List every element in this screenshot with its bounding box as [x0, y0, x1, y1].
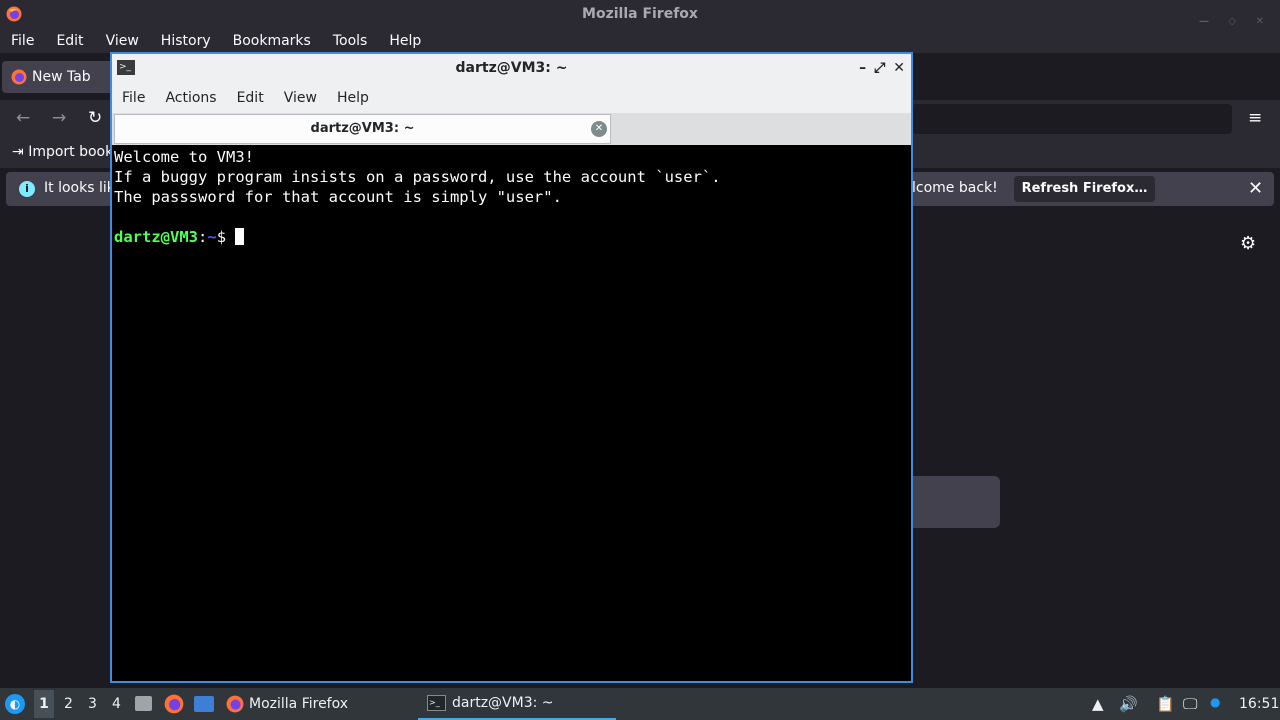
tray-expand-icon[interactable]: ▲: [1092, 695, 1104, 713]
firefox-logo-icon: [6, 6, 22, 22]
workspace-4[interactable]: 4: [112, 696, 121, 712]
firefox-url-bar[interactable]: [912, 104, 1232, 134]
firefox-tab-favicon-icon: [11, 69, 27, 85]
terminal-output[interactable]: Welcome to VM3! If a buggy program insist…: [114, 147, 909, 681]
terminal-menu-view[interactable]: View: [274, 90, 327, 106]
terminal-menu-help[interactable]: Help: [327, 90, 379, 106]
taskbar-task-label: dartz@VM3: ~: [452, 695, 554, 711]
reload-icon[interactable]: ↻: [88, 108, 102, 128]
workspace-3[interactable]: 3: [88, 696, 97, 712]
taskbar-task-terminal[interactable]: >_ dartz@VM3: ~: [418, 688, 616, 720]
terminal-tab[interactable]: dartz@VM3: ~ ✕: [114, 114, 611, 144]
import-bookmarks-label: Import book: [28, 144, 114, 160]
text-cursor: [235, 228, 245, 245]
prompt-path: ~: [207, 228, 217, 246]
terminal-tab-label: dartz@VM3: ~: [310, 121, 415, 136]
firefox-menu-edit[interactable]: Edit: [45, 33, 94, 49]
maximize-icon[interactable]: ⤢: [874, 54, 885, 82]
terminal-prompt-line: dartz@VM3:~$: [114, 227, 909, 247]
firefox-menu-help[interactable]: Help: [378, 33, 432, 49]
terminal-line: If a buggy program insists on a password…: [114, 168, 721, 186]
refresh-firefox-button[interactable]: Refresh Firefox…: [1014, 176, 1155, 202]
prompt-user: dartz@VM3: [114, 228, 198, 246]
app-menu-icon[interactable]: ◐: [5, 694, 25, 714]
back-arrow-icon[interactable]: ←: [16, 108, 30, 128]
file-manager-icon[interactable]: [135, 696, 152, 711]
notification-welcome-text: lcome back!: [912, 180, 998, 196]
prompt-symbol: $: [216, 228, 227, 246]
close-icon[interactable]: ✕: [1248, 178, 1263, 199]
clock[interactable]: 16:51: [1239, 696, 1279, 712]
taskbar-task-label: Mozilla Firefox: [249, 696, 349, 712]
terminal-window-controls: – ⤢ ✕: [851, 54, 905, 82]
hamburger-menu-icon[interactable]: ≡: [1248, 108, 1262, 128]
firefox-content-card: [912, 476, 1000, 528]
terminal-menu-file[interactable]: File: [112, 90, 155, 106]
terminal-line: Welcome to VM3!: [114, 148, 254, 166]
workspace-1[interactable]: 1: [34, 690, 54, 718]
terminal-tabbar: dartz@VM3: ~ ✕: [112, 113, 911, 145]
network-icon[interactable]: 🖵: [1183, 695, 1197, 713]
firefox-titlebar: Mozilla Firefox — ◇ ✕: [0, 0, 1280, 29]
terminal-task-icon: >_: [427, 695, 446, 711]
tab-close-icon[interactable]: ✕: [591, 121, 607, 137]
notifications-icon[interactable]: ●: [1210, 695, 1220, 709]
firefox-menu-history[interactable]: History: [150, 33, 222, 49]
terminal-app-icon: >_: [117, 60, 135, 75]
firefox-launcher-icon[interactable]: [164, 694, 184, 714]
import-bookmarks-link[interactable]: ⇥ Import book: [12, 144, 113, 160]
close-icon[interactable]: ✕: [893, 54, 905, 82]
notification-text: It looks lik: [44, 180, 115, 196]
info-icon: i: [19, 181, 35, 197]
terminal-menubar: File Actions Edit View Help: [112, 82, 911, 113]
clipboard-icon[interactable]: 📋: [1156, 695, 1175, 713]
firefox-tab-label: New Tab: [32, 69, 91, 85]
workspace-2[interactable]: 2: [64, 696, 73, 712]
terminal-line: The passsword for that account is simply…: [114, 188, 562, 206]
firefox-menubar: File Edit View History Bookmarks Tools H…: [0, 29, 1280, 53]
taskbar-task-firefox[interactable]: Mozilla Firefox: [222, 688, 412, 720]
firefox-menu-tools[interactable]: Tools: [322, 33, 379, 49]
prompt-separator: :: [198, 228, 208, 246]
terminal-blank-line: ​: [114, 207, 909, 227]
firefox-menu-bookmarks[interactable]: Bookmarks: [222, 33, 322, 49]
gear-icon[interactable]: ⚙: [1240, 233, 1256, 254]
terminal-window-title: dartz@VM3: ~: [455, 60, 568, 76]
firefox-task-icon: [226, 695, 244, 713]
forward-arrow-icon[interactable]: →: [52, 108, 66, 128]
terminal-menu-actions[interactable]: Actions: [155, 90, 226, 106]
firefox-tab-new-tab[interactable]: New Tab: [2, 61, 114, 93]
firefox-menu-file[interactable]: File: [0, 33, 45, 49]
terminal-titlebar[interactable]: >_ dartz@VM3: ~ – ⤢ ✕: [112, 54, 911, 82]
show-desktop-icon[interactable]: [194, 696, 214, 712]
volume-icon[interactable]: 🔊: [1119, 695, 1138, 713]
firefox-window-title: Mozilla Firefox: [582, 6, 698, 22]
minimize-icon[interactable]: –: [859, 54, 866, 82]
firefox-menu-view[interactable]: View: [95, 33, 150, 49]
terminal-menu-edit[interactable]: Edit: [227, 90, 274, 106]
terminal-window: >_ dartz@VM3: ~ – ⤢ ✕ File Actions Edit Vi…: [110, 52, 913, 683]
taskbar: ◐ 1 2 3 4 Mozilla Firefox >_ dartz@VM3: …: [0, 688, 1280, 720]
